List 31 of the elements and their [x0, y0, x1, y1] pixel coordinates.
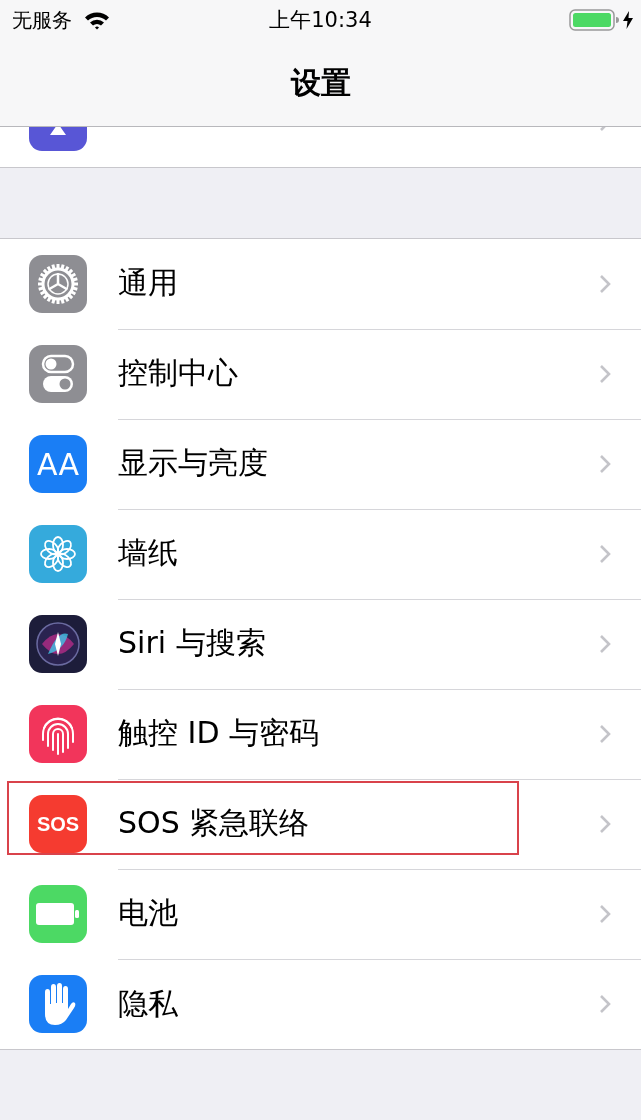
chevron-icon	[599, 363, 611, 384]
text-icon[interactable]: SOS	[29, 795, 87, 853]
hand-icon[interactable]	[29, 975, 87, 1033]
chevron-icon	[599, 543, 611, 564]
setting-label[interactable]: SOS 紧急联络	[118, 803, 310, 844]
battery-icon	[569, 9, 619, 31]
setting-label[interactable]: 显示与亮度	[118, 443, 268, 484]
flower-icon[interactable]	[29, 525, 87, 583]
fingerprint-icon[interactable]	[29, 705, 87, 763]
setting-label[interactable]: 墙纸	[118, 533, 178, 574]
setting-label[interactable]: 隐私	[118, 983, 178, 1025]
text-icon[interactable]: AA	[29, 435, 87, 493]
toggles-icon[interactable]	[29, 345, 87, 403]
chevron-icon	[599, 994, 611, 1014]
chevron-icon	[599, 723, 611, 744]
clock-text: 上午10:34	[269, 7, 372, 34]
setting-label[interactable]: Siri 与搜索	[118, 623, 266, 664]
chevron-icon	[599, 813, 611, 834]
carrier-text: 无服务	[12, 6, 72, 34]
siri-icon[interactable]	[29, 615, 87, 673]
chevron-icon	[599, 453, 611, 474]
page-title: 设置	[290, 63, 351, 102]
wifi-icon	[84, 10, 110, 30]
setting-label[interactable]: 控制中心	[118, 353, 238, 394]
chevron-icon	[599, 633, 611, 654]
chevron-icon	[599, 903, 611, 924]
gear-icon[interactable]	[29, 255, 87, 313]
chevron-icon	[599, 273, 611, 294]
setting-label[interactable]: 电池	[118, 893, 178, 934]
setting-label[interactable]: 触控 ID 与密码	[118, 713, 320, 754]
setting-label[interactable]: 通用	[118, 263, 178, 304]
